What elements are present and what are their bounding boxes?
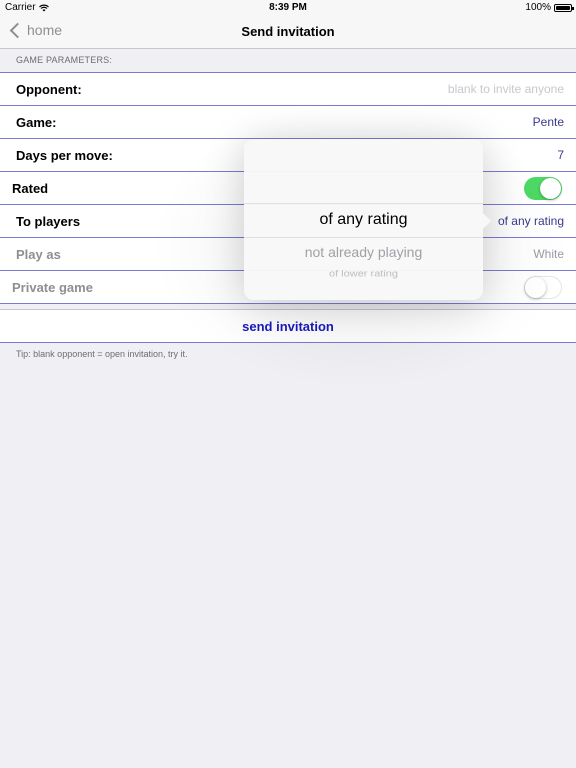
picker-option[interactable]: not already playing	[244, 244, 483, 260]
status-time: 8:39 PM	[269, 2, 307, 13]
rated-label: Rated	[12, 180, 49, 196]
days-per-move-value[interactable]: 7	[557, 148, 564, 162]
opponent-label: Opponent:	[16, 81, 82, 97]
status-right: 100%	[525, 2, 574, 13]
battery-percent: 100%	[525, 2, 551, 13]
to-players-value[interactable]: of any rating	[498, 214, 564, 228]
private-game-toggle[interactable]	[524, 275, 562, 299]
picker-option-selected[interactable]: of any rating	[244, 211, 483, 229]
opponent-row[interactable]: Opponent: blank to invite anyone	[0, 73, 576, 106]
opponent-input[interactable]: blank to invite anyone	[448, 82, 564, 96]
send-section: send invitation	[0, 309, 576, 343]
popover-arrow	[482, 212, 491, 230]
picker-option[interactable]: of lower rating	[244, 269, 483, 279]
battery-icon	[554, 3, 574, 12]
toggle-knob	[540, 177, 561, 199]
section-header: GAME PARAMETERS:	[16, 55, 113, 65]
players-picker-popover[interactable]: of any rating not already playing of low…	[244, 139, 483, 300]
navigation-bar: home Send invitation	[0, 16, 576, 49]
send-invitation-button[interactable]: send invitation	[242, 319, 334, 334]
game-row[interactable]: Game: Pente	[0, 106, 576, 139]
play-as-label: Play as	[16, 246, 61, 262]
play-as-value[interactable]: White	[533, 247, 564, 261]
status-bar: Carrier 8:39 PM 100%	[0, 0, 576, 16]
to-players-label: To players	[16, 213, 81, 229]
private-game-label: Private game	[12, 279, 93, 295]
picker-selection-line	[244, 237, 483, 238]
toggle-knob	[525, 276, 546, 298]
page-title: Send invitation	[241, 24, 335, 39]
game-label: Game:	[16, 114, 57, 130]
rated-toggle[interactable]	[524, 176, 562, 200]
game-value[interactable]: Pente	[533, 115, 564, 129]
days-per-move-label: Days per move:	[16, 147, 113, 163]
tip-text: Tip: blank opponent = open invitation, t…	[16, 349, 188, 359]
picker-selection-line	[244, 203, 483, 204]
